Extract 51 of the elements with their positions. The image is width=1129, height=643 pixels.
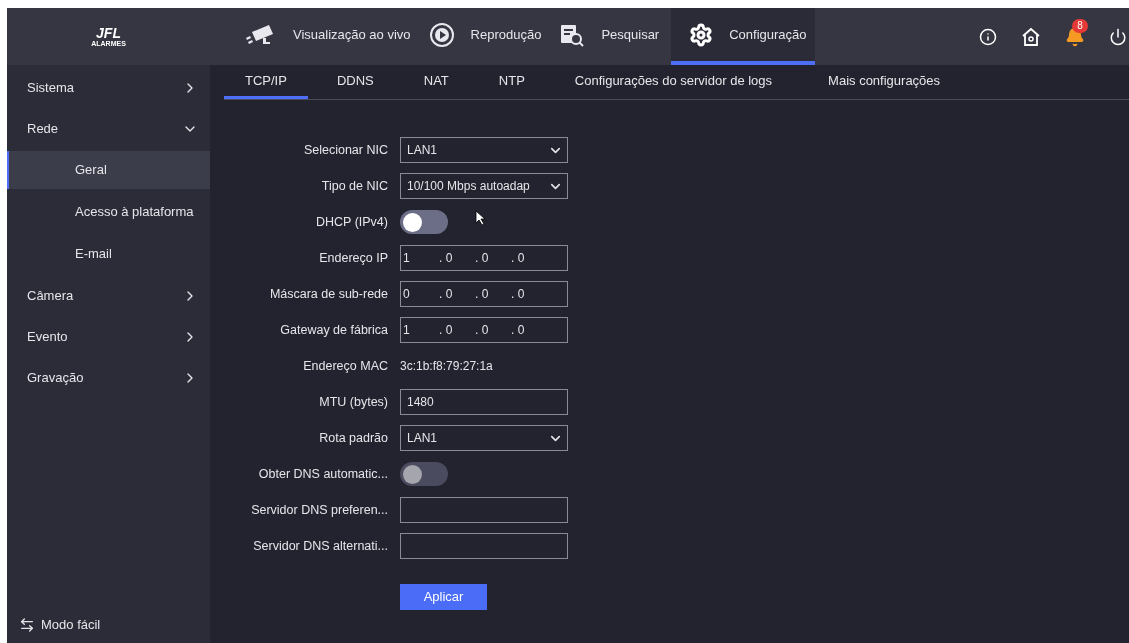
ip-field[interactable]: 1 . 0 . 0 . 0 bbox=[400, 317, 568, 343]
field-label: Obter DNS automatic... bbox=[257, 465, 388, 483]
field-label: DHCP (IPv4) bbox=[315, 213, 388, 231]
sidebar-item[interactable]: Rede bbox=[7, 108, 210, 149]
easy-mode-link[interactable]: Modo fácil bbox=[41, 615, 101, 635]
sidebar-item[interactable]: Sistema bbox=[7, 67, 210, 108]
field-label: Rota padrão bbox=[318, 429, 388, 447]
input-field[interactable] bbox=[400, 497, 568, 523]
ip-field[interactable]: 0 . 0 . 0 . 0 bbox=[400, 281, 568, 307]
power-icon[interactable] bbox=[1109, 27, 1127, 46]
info-icon[interactable] bbox=[979, 27, 997, 46]
notification-badge: 8 bbox=[1072, 18, 1088, 33]
nav-tab[interactable]: Pesquisar bbox=[553, 8, 668, 65]
tab[interactable]: DDNS bbox=[315, 65, 395, 99]
nav-tab[interactable]: Configuração bbox=[671, 8, 815, 65]
tab[interactable]: NAT bbox=[402, 65, 470, 99]
dropdown[interactable]: 10/100 Mbps autoadap bbox=[400, 173, 568, 199]
switch-icon bbox=[19, 617, 35, 633]
tab[interactable]: NTP bbox=[477, 65, 546, 99]
settings-icon bbox=[689, 22, 714, 47]
field-label: Servidor DNS alternati... bbox=[252, 537, 388, 555]
field-label: Máscara de sub-rede bbox=[268, 285, 388, 303]
field-label: Selecionar NIC bbox=[302, 141, 388, 159]
field-label: MTU (bytes) bbox=[318, 393, 388, 411]
cursor-icon bbox=[475, 210, 486, 226]
tab[interactable]: TCP/IP bbox=[224, 65, 308, 99]
mac-address: 3c:1b:f8:79:27:1a bbox=[400, 358, 493, 375]
playback-icon bbox=[428, 21, 455, 48]
ip-field[interactable]: 1 . 0 . 0 . 0 bbox=[400, 245, 568, 271]
sidebar-subitem[interactable]: Acesso à plataforma bbox=[7, 193, 210, 231]
tab[interactable]: Configurações do servidor de logs bbox=[553, 65, 794, 99]
sidebar-item[interactable]: Câmera bbox=[7, 275, 210, 316]
dropdown[interactable]: LAN1 bbox=[400, 425, 568, 451]
field-label: Tipo de NIC bbox=[320, 177, 388, 195]
sidebar-subitem[interactable]: Geral bbox=[7, 151, 210, 189]
nav-tab[interactable]: Reprodução bbox=[422, 8, 550, 65]
toggle-switch[interactable] bbox=[400, 210, 448, 234]
sidebar-subitem[interactable]: E-mail bbox=[7, 235, 210, 273]
input-field[interactable] bbox=[400, 533, 568, 559]
field-label: Gateway de fábrica bbox=[279, 321, 388, 339]
apply-button[interactable]: Aplicar bbox=[400, 584, 487, 610]
home-icon[interactable] bbox=[1021, 26, 1041, 47]
input-field[interactable]: 1480 bbox=[400, 389, 568, 415]
dropdown[interactable]: LAN1 bbox=[400, 137, 568, 163]
tab[interactable]: Mais configurações bbox=[807, 65, 962, 99]
sidebar-item[interactable]: Evento bbox=[7, 316, 210, 357]
field-label: Servidor DNS preferen... bbox=[250, 501, 388, 519]
field-label: Endereço IP bbox=[318, 249, 388, 267]
field-label: Endereço MAC bbox=[302, 357, 388, 375]
sidebar-item[interactable]: Gravação bbox=[7, 357, 210, 398]
nav-tab[interactable]: Visualização ao vivo bbox=[237, 8, 419, 65]
